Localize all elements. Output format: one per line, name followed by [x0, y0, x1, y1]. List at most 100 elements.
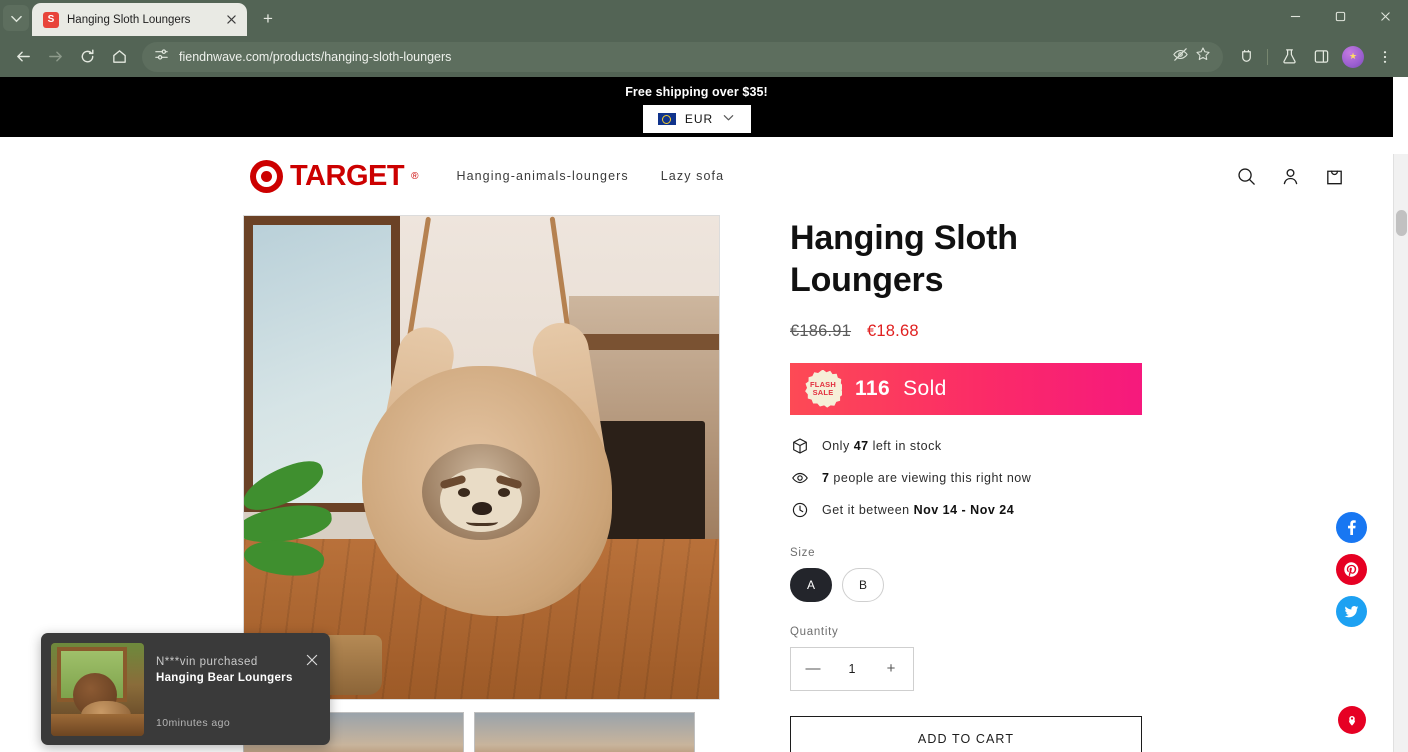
quantity-stepper[interactable]: — 1 + [790, 646, 914, 691]
flash-badge-line2: SALE [812, 387, 834, 397]
stock-info-row: Only 47 left in stock [790, 437, 1150, 456]
home-icon[interactable] [104, 42, 134, 72]
box-icon [790, 437, 809, 456]
product-image-scene [244, 216, 719, 699]
announcement-bar: Free shipping over $35! EUR [0, 77, 1393, 137]
currency-value: EUR [684, 112, 714, 126]
currency-selector[interactable]: EUR [642, 105, 751, 133]
maximize-icon[interactable] [1318, 0, 1363, 32]
reload-icon[interactable] [72, 42, 102, 72]
account-icon[interactable] [1279, 165, 1301, 187]
window-controls [1273, 0, 1408, 36]
pinterest-save-icon[interactable] [1338, 706, 1366, 734]
size-label: Size [790, 546, 816, 559]
clock-icon [790, 501, 809, 520]
flash-sale-banner: FLASH SALE 116 Sold [790, 362, 1142, 415]
compare-at-price: €186.91 [790, 321, 852, 340]
page-content: Free shipping over $35! EUR TARGET ® Han… [0, 77, 1393, 752]
popup-body: N***vin purchased Hanging Bear Loungers … [156, 643, 320, 735]
close-window-icon[interactable] [1363, 0, 1408, 32]
twitter-share-icon[interactable] [1336, 596, 1367, 627]
close-icon[interactable] [223, 12, 239, 28]
stock-info-text: Only 47 left in stock [822, 439, 942, 454]
tab-title: Hanging Sloth Loungers [67, 13, 191, 26]
size-options: A B [790, 567, 1150, 602]
site-settings-icon[interactable] [154, 47, 169, 67]
main-nav: Hanging-animals-loungers Lazy sofa [456, 169, 724, 183]
cart-icon[interactable] [1323, 165, 1345, 187]
new-tab-button[interactable]: + [254, 5, 282, 33]
add-to-cart-button[interactable]: ADD TO CART [790, 715, 1142, 752]
forward-icon[interactable] [40, 42, 70, 72]
quantity-input[interactable]: 1 [849, 662, 856, 676]
facebook-share-icon[interactable] [1336, 512, 1367, 543]
eu-flag-icon [657, 113, 676, 125]
profile-avatar[interactable]: ★ [1338, 42, 1368, 72]
scrollbar-thumb[interactable] [1396, 210, 1407, 236]
minimize-icon[interactable] [1273, 0, 1318, 32]
popup-buyer-text: N***vin purchased [156, 656, 258, 668]
delivery-info-row: Get it between Nov 14 - Nov 24 [790, 501, 1150, 520]
browser-tab[interactable]: S Hanging Sloth Loungers [32, 3, 247, 36]
address-bar-url: fiendnwave.com/products/hanging-sloth-lo… [179, 49, 452, 64]
flash-sale-badge-icon: FLASH SALE [804, 369, 842, 408]
size-selector: Size A B [790, 547, 1150, 602]
social-share-rail [1336, 512, 1367, 627]
viewers-info-row: 7 people are viewing this right now [790, 469, 1150, 488]
product-details: Hanging Sloth Loungers €186.91 €18.68 FL… [790, 215, 1150, 752]
quantity-selector: Quantity — 1 + [790, 626, 1150, 691]
tab-search-button[interactable] [3, 5, 29, 31]
announcement-text: Free shipping over $35! [625, 85, 768, 99]
avatar: ★ [1342, 45, 1364, 68]
bookmark-star-icon[interactable] [1195, 46, 1211, 67]
sold-count: 116 [855, 376, 891, 400]
toolbar-divider [1267, 48, 1268, 65]
chevron-down-icon [722, 111, 735, 127]
site-logo[interactable]: TARGET ® [250, 159, 419, 193]
product-info-list: Only 47 left in stock 7 people are viewi… [790, 437, 1150, 520]
sold-label: Sold [903, 376, 947, 400]
omnibox-actions [1172, 46, 1211, 68]
close-icon[interactable] [306, 654, 318, 669]
size-option-b[interactable]: B [842, 567, 884, 602]
browser-toolbar: fiendnwave.com/products/hanging-sloth-lo… [0, 36, 1408, 77]
sale-price: €18.68 [867, 321, 919, 340]
address-bar[interactable]: fiendnwave.com/products/hanging-sloth-lo… [142, 41, 1223, 72]
search-icon[interactable] [1235, 165, 1257, 187]
sales-notification-popup[interactable]: N***vin purchased Hanging Bear Loungers … [41, 633, 330, 745]
tracking-protection-icon[interactable] [1172, 46, 1189, 68]
registered-mark-icon: ® [411, 170, 419, 182]
page-title: Hanging Sloth Loungers [790, 219, 1018, 299]
delivery-info-text: Get it between Nov 14 - Nov 24 [822, 503, 1015, 518]
page-viewport: Free shipping over $35! EUR TARGET ® Han… [0, 77, 1408, 752]
viewers-info-text: 7 people are viewing this right now [822, 471, 1032, 486]
site-header: TARGET ® Hanging-animals-loungers Lazy s… [0, 137, 1393, 215]
popup-timestamp: 10minutes ago [156, 717, 231, 729]
nav-link-hanging-animals-loungers[interactable]: Hanging-animals-loungers [456, 169, 628, 183]
extensions-icon[interactable] [1231, 42, 1261, 72]
size-option-a[interactable]: A [790, 567, 832, 602]
split-panel-icon[interactable] [1306, 42, 1336, 72]
logo-text: TARGET [290, 159, 405, 192]
browser-menu-icon[interactable] [1370, 42, 1400, 72]
pinterest-share-icon[interactable] [1336, 554, 1367, 585]
header-actions [1235, 165, 1345, 187]
product-thumbnail[interactable] [474, 712, 695, 752]
eye-icon [790, 469, 809, 488]
quantity-increase-button[interactable]: + [883, 660, 899, 677]
product-main-image[interactable] [243, 215, 720, 700]
back-icon[interactable] [8, 42, 38, 72]
page-scrollbar[interactable] [1393, 154, 1408, 752]
popup-product-thumbnail [51, 643, 144, 736]
flask-icon[interactable] [1274, 42, 1304, 72]
popup-product-name[interactable]: Hanging Bear Loungers [156, 672, 320, 684]
browser-window: S Hanging Sloth Loungers + fiendnwave.co… [0, 0, 1408, 752]
quantity-label: Quantity [790, 625, 839, 638]
price-row: €186.91 €18.68 [790, 322, 1150, 341]
nav-link-lazy-sofa[interactable]: Lazy sofa [661, 169, 724, 183]
quantity-decrease-button[interactable]: — [805, 660, 821, 677]
tab-search-container [0, 0, 32, 36]
bullseye-icon [250, 159, 283, 193]
tab-strip: S Hanging Sloth Loungers + [0, 0, 1408, 36]
tab-favicon-icon: S [43, 11, 59, 28]
